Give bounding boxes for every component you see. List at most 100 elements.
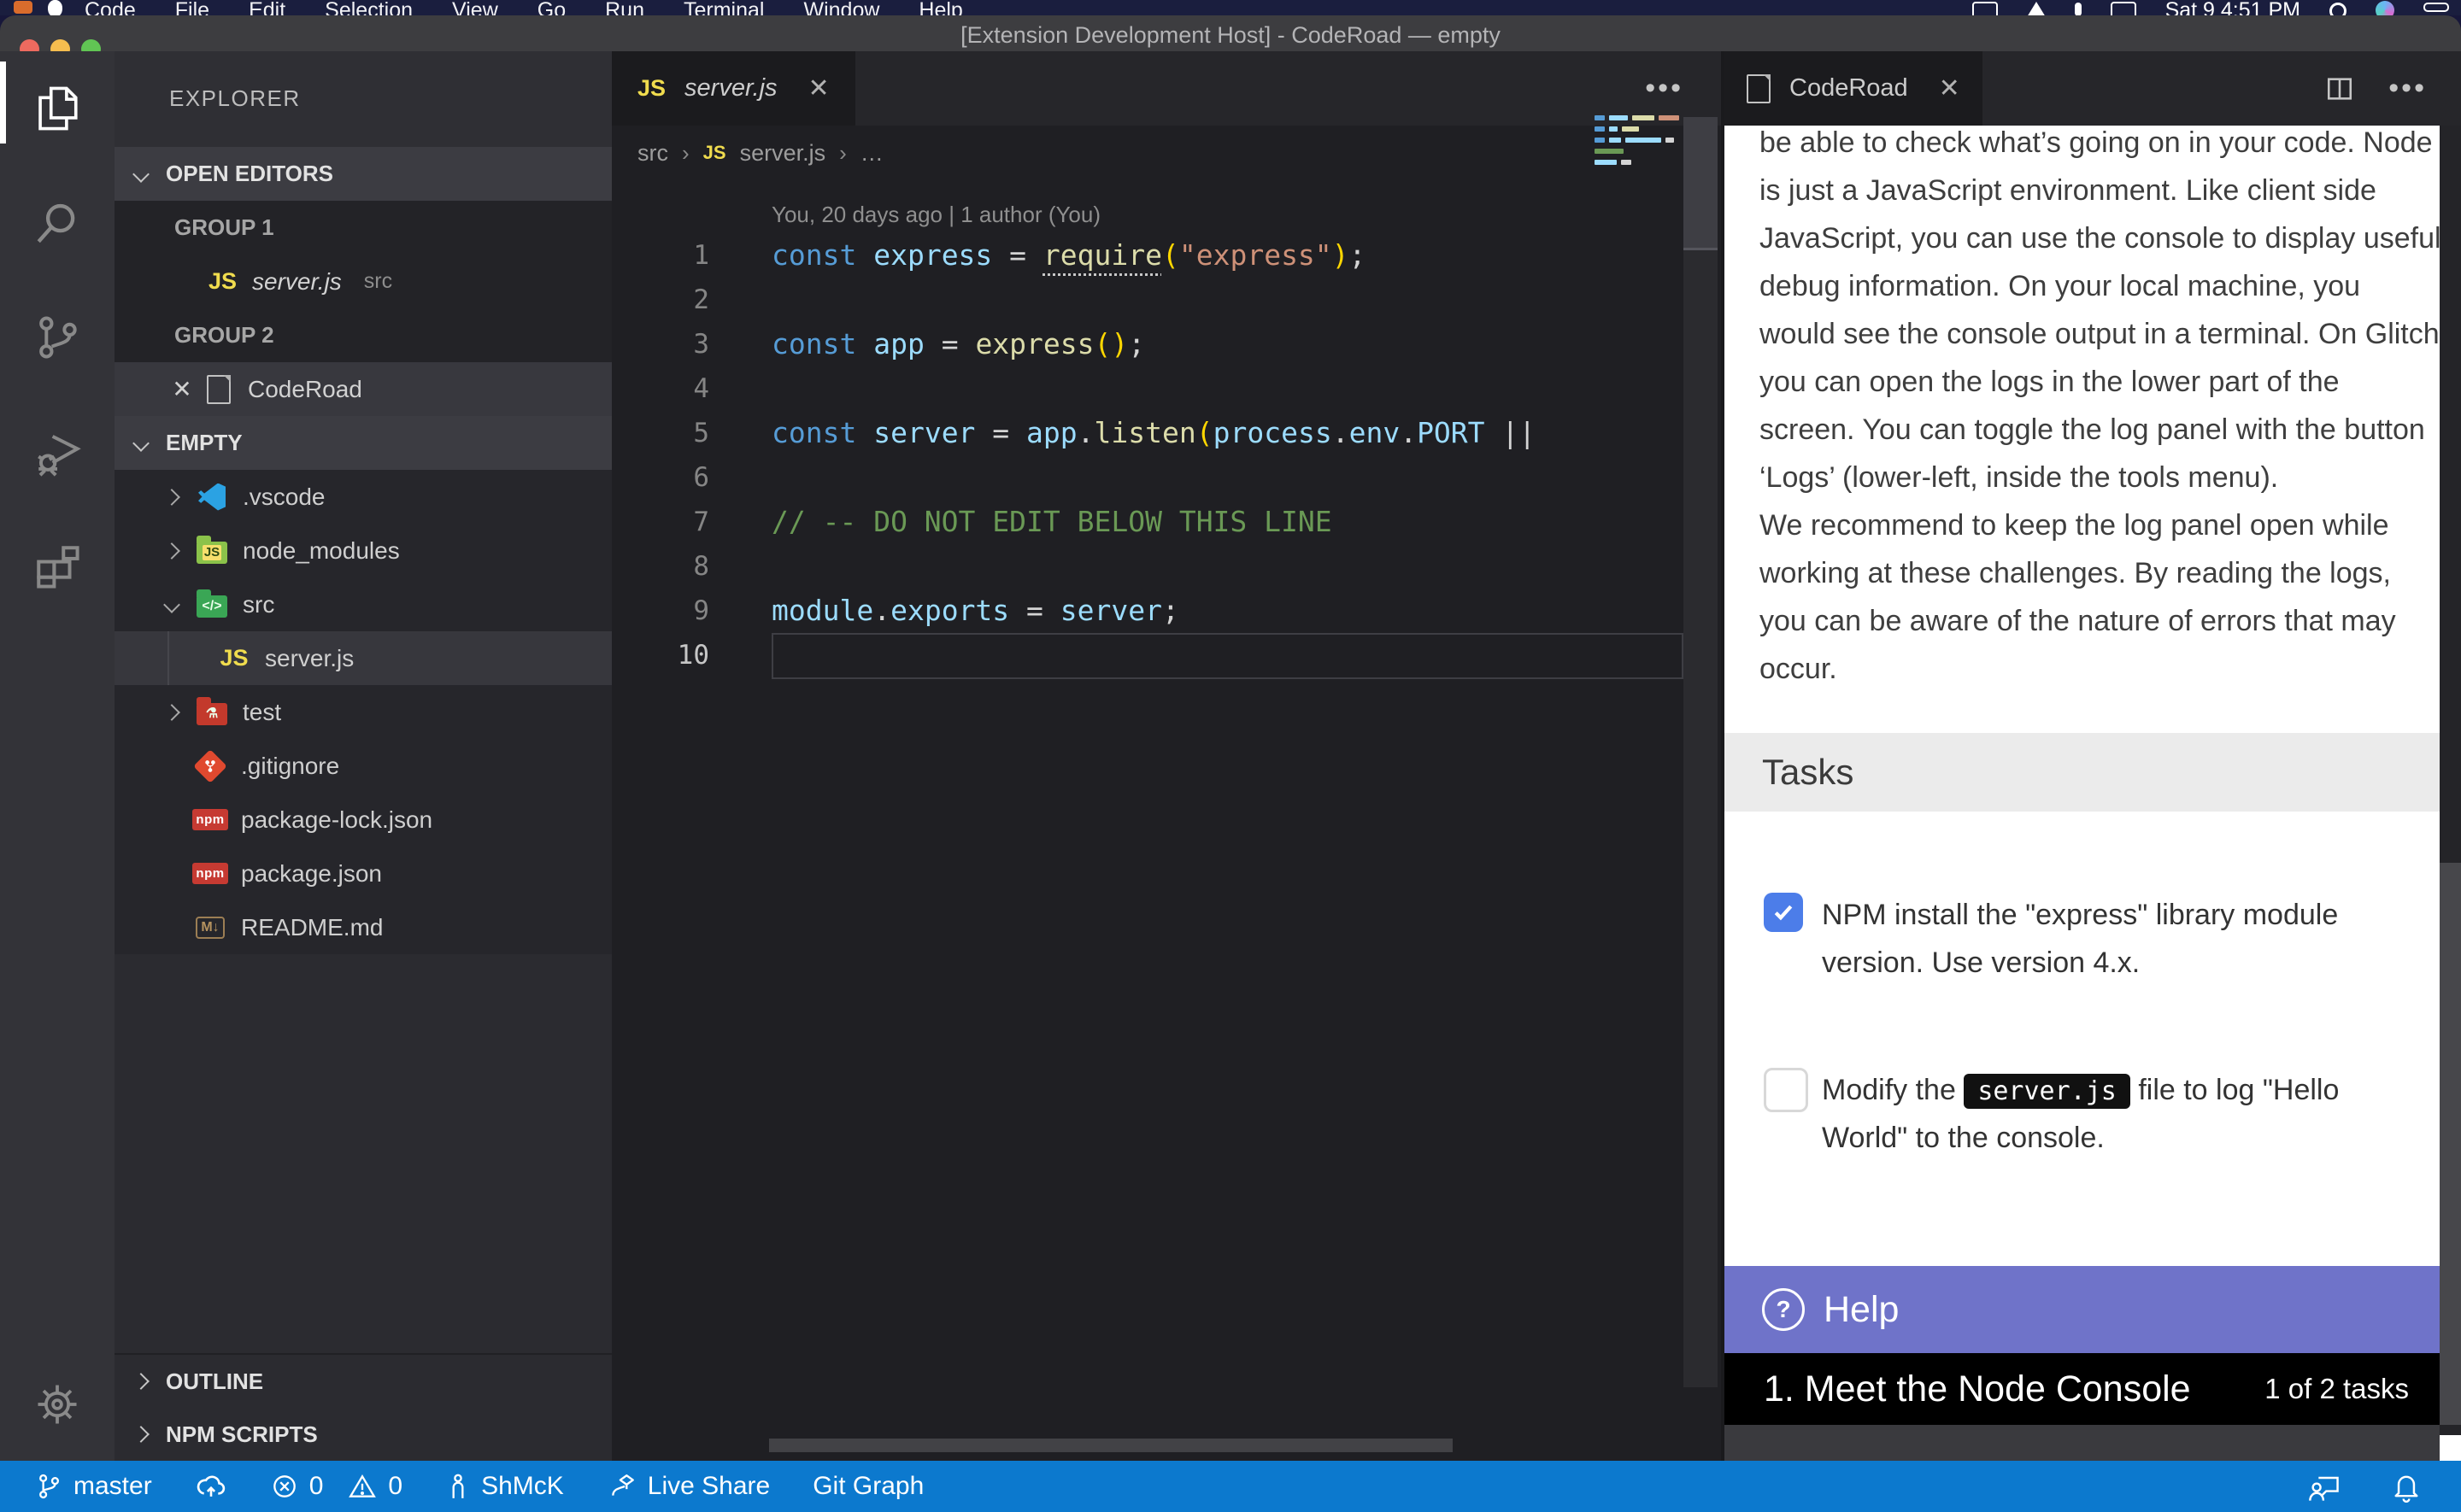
- editor-group: JS server.js ✕ ••• src › JS server.js › …: [612, 51, 1721, 1461]
- npm-scripts-section-header[interactable]: NPM SCRIPTS: [115, 1408, 612, 1461]
- vscode-icon: [193, 483, 231, 511]
- chevron-down-icon: [132, 166, 150, 183]
- task2-checkbox-unchecked[interactable]: [1764, 1068, 1808, 1112]
- close-icon[interactable]: ✕: [169, 375, 195, 403]
- source-control-icon[interactable]: [0, 280, 115, 395]
- scrollbar-corner: [2440, 1435, 2461, 1461]
- menu-clock[interactable]: Sat 9 4:51 PM: [2165, 0, 2300, 15]
- code-line-2[interactable]: 2: [612, 278, 1721, 322]
- js-file-icon: JS: [209, 268, 237, 295]
- close-tab-icon[interactable]: ✕: [1939, 73, 1960, 103]
- live-share-button[interactable]: Live Share: [607, 1472, 770, 1501]
- tree-item--gitignore[interactable]: .gitignore: [115, 739, 612, 793]
- chevron-right-icon: [163, 704, 180, 721]
- code-line-4[interactable]: 4: [612, 366, 1721, 411]
- code-line-8[interactable]: 8: [612, 544, 1721, 589]
- display-icon[interactable]: [1972, 2, 1998, 15]
- folder-section-header[interactable]: EMPTY: [115, 416, 612, 470]
- tree-item-label: .vscode: [243, 483, 326, 511]
- tree-item-package-lock-json[interactable]: npm package-lock.json: [115, 793, 612, 847]
- menu-go[interactable]: Go: [537, 0, 566, 15]
- sidebar-title: EXPLORER: [115, 51, 612, 147]
- menu-view[interactable]: View: [452, 0, 498, 15]
- control-center-icon[interactable]: [2423, 3, 2449, 15]
- minimap[interactable]: [1595, 115, 1683, 171]
- menu-file[interactable]: File: [175, 0, 209, 15]
- horizontal-scrollbar[interactable]: [769, 1439, 1453, 1452]
- spotlight-icon[interactable]: [2329, 3, 2346, 15]
- scrollbar-thumb[interactable]: [2440, 863, 2461, 1425]
- notifications-bell-icon[interactable]: [2391, 1470, 2422, 1503]
- tree-item-server-js[interactable]: JSserver.js: [115, 631, 612, 685]
- more-actions-icon[interactable]: •••: [2388, 72, 2427, 105]
- editor-group-2-label: GROUP 2: [115, 308, 612, 362]
- tree-item-node-modules[interactable]: JSnode_modules: [115, 524, 612, 577]
- sync-changes-button[interactable]: [195, 1472, 227, 1501]
- code-editor[interactable]: 1const express = require("express");23co…: [612, 233, 1721, 677]
- tree-item-label: package-lock.json: [241, 806, 432, 834]
- chevron-right-icon: ›: [682, 140, 690, 167]
- apple-logo-icon[interactable]: [48, 0, 62, 15]
- code-line-6[interactable]: 6: [612, 455, 1721, 500]
- editor-scrollbar[interactable]: [1683, 117, 1718, 1387]
- split-editor-icon[interactable]: [2325, 74, 2354, 103]
- siri-icon[interactable]: [2376, 1, 2394, 15]
- battery-icon[interactable]: [2111, 2, 2136, 15]
- search-icon[interactable]: [0, 166, 115, 280]
- tree-item-test[interactable]: ⚗test: [115, 685, 612, 739]
- close-tab-icon[interactable]: ✕: [808, 73, 830, 103]
- folder-src-icon: </>: [193, 591, 231, 618]
- code-line-7[interactable]: 7// -- DO NOT EDIT BELOW THIS LINE: [612, 500, 1721, 544]
- code-line-1[interactable]: 1const express = require("express");: [612, 233, 1721, 278]
- menu-terminal[interactable]: Terminal: [684, 0, 764, 15]
- outline-section-header[interactable]: OUTLINE: [115, 1355, 612, 1408]
- webview-scrollbar[interactable]: [2440, 126, 2461, 1461]
- play-icon[interactable]: [2027, 2, 2046, 15]
- chevron-right-icon: ›: [839, 140, 847, 167]
- menu-selection[interactable]: Selection: [325, 0, 413, 15]
- tree-item-src[interactable]: </>src: [115, 577, 612, 631]
- git-branch-button[interactable]: master: [34, 1472, 152, 1501]
- breadcrumb[interactable]: src › JS server.js › …: [612, 126, 884, 180]
- npm-icon: npm: [191, 809, 229, 830]
- menu-window[interactable]: Window: [803, 0, 879, 15]
- settings-gear-icon[interactable]: [0, 1379, 115, 1430]
- explorer-icon[interactable]: [0, 51, 115, 166]
- extensions-icon[interactable]: [0, 509, 115, 624]
- menu-run[interactable]: Run: [605, 0, 644, 15]
- run-debug-icon[interactable]: [0, 395, 115, 509]
- current-line-highlight: [772, 633, 1683, 679]
- mic-icon[interactable]: [2075, 3, 2082, 15]
- tab-coderoad[interactable]: CodeRoad ✕: [1724, 51, 1982, 126]
- menu-code[interactable]: Code: [85, 0, 136, 15]
- problems-button[interactable]: 0 0: [270, 1472, 402, 1501]
- open-editor-coderoad[interactable]: ✕ CodeRoad: [115, 362, 612, 416]
- tree-item-label: .gitignore: [241, 753, 339, 780]
- task2-text: Modify the server.js file to log "Hello …: [1822, 1066, 2420, 1162]
- tree-item--vscode[interactable]: .vscode: [115, 470, 612, 524]
- chevron-right-icon: [132, 1373, 150, 1390]
- git-graph-button[interactable]: Git Graph: [813, 1472, 924, 1501]
- code-line-3[interactable]: 3const app = express();: [612, 322, 1721, 366]
- menu-edit[interactable]: Edit: [249, 0, 285, 15]
- open-editor-serverjs[interactable]: JS server.js src: [115, 255, 612, 308]
- codelens-annotation[interactable]: You, 20 days ago | 1 author (You): [772, 196, 1101, 233]
- help-bar[interactable]: ? Help: [1724, 1266, 2440, 1353]
- tree-item-package-json[interactable]: npmpackage.json: [115, 847, 612, 900]
- open-editors-header[interactable]: OPEN EDITORS: [115, 147, 612, 201]
- tree-item-readme-md[interactable]: M↓README.md: [115, 900, 612, 954]
- scrollbar-thumb[interactable]: [1683, 117, 1718, 250]
- chevron-down-icon: [132, 435, 150, 452]
- code-line-5[interactable]: 5const server = app.listen(process.env.P…: [612, 411, 1721, 455]
- account-button[interactable]: ShMcK: [445, 1472, 564, 1501]
- open-editors-list: GROUP 1 JS server.js src GROUP 2 ✕ CodeR…: [115, 201, 612, 416]
- tab-serverjs[interactable]: JS server.js ✕: [612, 51, 855, 126]
- activity-bar: [0, 51, 115, 1461]
- more-actions-icon[interactable]: •••: [1645, 72, 1683, 105]
- feedback-icon[interactable]: [2307, 1470, 2341, 1503]
- menu-help[interactable]: Help: [919, 0, 962, 15]
- task1-checkbox-checked[interactable]: [1764, 893, 1803, 932]
- js-file-icon: JS: [637, 75, 666, 102]
- code-line-9[interactable]: 9module.exports = server;: [612, 589, 1721, 633]
- coderoad-panel: CodeRoad ✕ ••• be able to check what’s g…: [1721, 51, 2461, 1461]
